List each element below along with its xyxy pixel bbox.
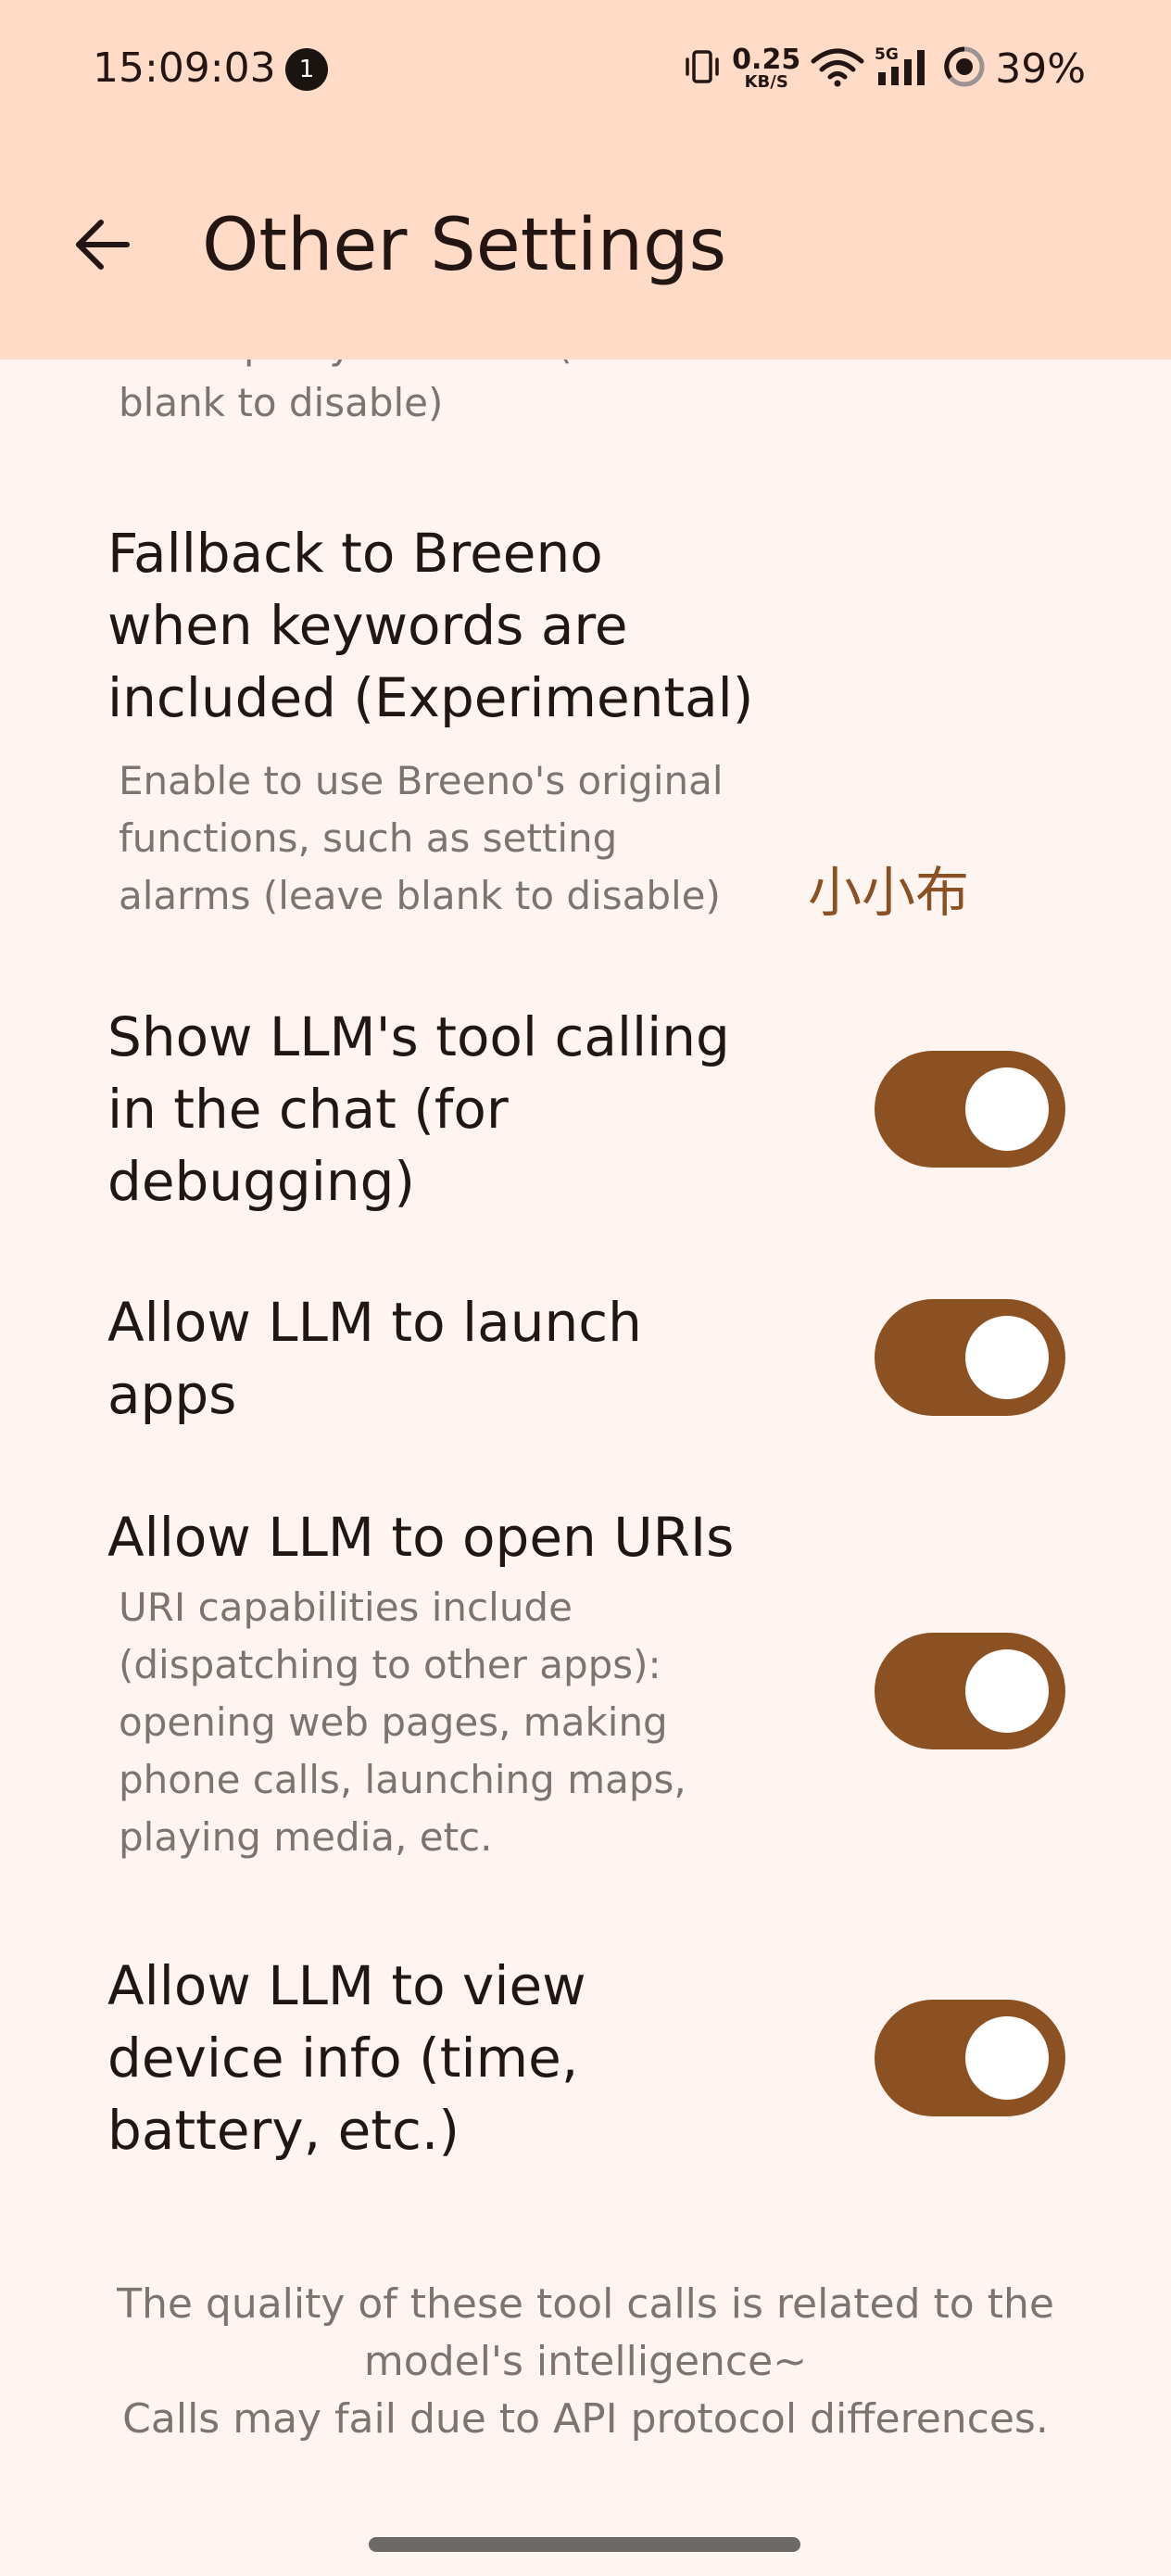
show-tool-calling-switch[interactable]	[875, 1051, 1065, 1168]
setting-summary-line: Enable to use Breeno's original	[119, 758, 724, 803]
setting-summary-line: URI capabilities include	[119, 1585, 573, 1630]
setting-title-line: battery, etc.)	[107, 2099, 460, 2162]
fallback-keyword-value: 小小布	[808, 861, 970, 924]
socks-proxy-summary: Socks proxy for traffic (leave blank to …	[119, 360, 767, 432]
wifi-icon	[810, 46, 865, 91]
app-bar: Other Settings	[0, 139, 1171, 360]
launch-apps-switch[interactable]	[875, 1299, 1065, 1416]
setting-summary: URI capabilities include (dispatching to…	[119, 1579, 686, 1866]
switch-thumb	[965, 1316, 1049, 1399]
arrow-back-icon	[69, 212, 134, 281]
setting-title-line: Show LLM's tool calling	[107, 1005, 730, 1068]
switch-thumb	[965, 1649, 1049, 1733]
setting-title-line: when keywords are	[107, 594, 628, 657]
setting-launch-apps[interactable]: Allow LLM to launch apps	[0, 1286, 1171, 1434]
cellular-signal-icon: 5G	[875, 44, 934, 93]
setting-summary: Enable to use Breeno's original function…	[119, 752, 724, 925]
setting-title-line: in the chat (for	[107, 1078, 509, 1141]
page-title: Other Settings	[202, 204, 727, 287]
setting-view-device-info[interactable]: Allow LLM to view device info (time, bat…	[0, 1950, 1171, 2172]
setting-fallback-breeno[interactable]: Fallback to Breeno when keywords are inc…	[0, 517, 1171, 924]
setting-title: Show LLM's tool calling in the chat (for…	[107, 1001, 730, 1218]
vibrate-icon	[682, 46, 723, 91]
open-uris-switch[interactable]	[875, 1633, 1065, 1749]
setting-title: Fallback to Breeno when keywords are inc…	[107, 517, 753, 734]
setting-summary-line: phone calls, launching maps,	[119, 1757, 686, 1802]
setting-title-line: Fallback to Breeno	[107, 522, 603, 585]
footer-note-line: The quality of these tool calls is relat…	[117, 2280, 1054, 2328]
network-type-label: 5G	[875, 45, 899, 64]
footer-note-line: Calls may fail due to API protocol diffe…	[122, 2395, 1049, 2443]
setting-title-line: device info (time,	[107, 2027, 579, 2090]
view-device-info-switch[interactable]	[875, 2000, 1065, 2116]
battery-percentage: 39%	[995, 44, 1086, 93]
setting-title: Allow LLM to view device info (time, bat…	[107, 1950, 586, 2166]
footer-note: The quality of these tool calls is relat…	[56, 2276, 1115, 2448]
network-speed: 0.25 KB/S	[732, 46, 800, 91]
socks-proxy-summary-line: Socks proxy for traffic (leave	[119, 360, 767, 374]
setting-summary-line: playing media, etc.	[119, 1814, 493, 1860]
switch-thumb	[965, 1067, 1049, 1151]
setting-title-line: debugging)	[107, 1150, 416, 1213]
net-speed-value: 0.25	[732, 44, 801, 76]
setting-summary-line: alarms (leave blank to disable)	[119, 873, 721, 918]
setting-title-line: Allow LLM to view	[107, 1954, 586, 2017]
net-speed-unit: KB/S	[744, 72, 788, 92]
setting-summary-line: (dispatching to other apps):	[119, 1642, 661, 1687]
home-indicator[interactable]	[369, 2537, 800, 2552]
setting-title: Allow LLM to launch apps	[107, 1286, 642, 1431]
setting-open-uris[interactable]: Allow LLM to open URIs URI capabilities …	[0, 1501, 1171, 1872]
setting-title: Allow LLM to open URIs	[107, 1506, 735, 1569]
socks-proxy-summary-line: blank to disable)	[119, 380, 444, 425]
switch-thumb	[965, 2016, 1049, 2100]
setting-title-line: apps	[107, 1363, 237, 1426]
footer-note-line: model's intelligence~	[363, 2338, 808, 2385]
status-icons: 0.25 KB/S 5G 39%	[682, 41, 1086, 96]
setting-title-line: Allow LLM to launch	[107, 1291, 642, 1354]
setting-summary-line: opening web pages, making	[119, 1699, 668, 1745]
battery-icon	[943, 45, 986, 92]
setting-show-tool-calling[interactable]: Show LLM's tool calling in the chat (for…	[0, 1001, 1171, 1223]
settings-list: Socks proxy for traffic (leave blank to …	[0, 360, 1171, 2481]
notification-badge: 1	[285, 48, 328, 91]
status-bar: 15:09:03 1 0.25 KB/S 5G 39%	[0, 0, 1171, 139]
status-time: 15:09:03	[93, 44, 276, 92]
back-button[interactable]	[56, 200, 148, 293]
setting-summary-line: functions, such as setting	[119, 815, 618, 861]
setting-title-line: included (Experimental)	[107, 666, 754, 729]
